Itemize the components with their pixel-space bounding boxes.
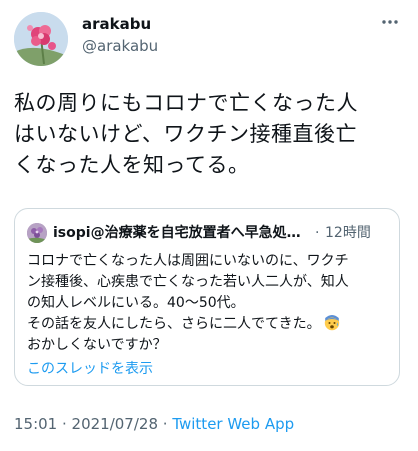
- quoted-tweet-header: isopi@治療薬を自宅放置者へ早急処… · 12時間: [27, 223, 387, 243]
- flower-avatar-icon: [27, 223, 47, 243]
- author-display-name[interactable]: arakabu: [82, 14, 151, 34]
- quoted-text-line: その話を友人にしたら、さらに二人でてきた。: [27, 316, 321, 332]
- quoted-tweet-text: コロナで亡くなった人は周囲にいないのに、ワクチ ン接種後、心疾患で亡くなった若い…: [27, 251, 393, 356]
- quoted-author-avatar[interactable]: [27, 223, 47, 243]
- quoted-timestamp[interactable]: 12時間: [325, 223, 371, 243]
- metadata-separator: ·: [158, 415, 173, 433]
- more-options-button[interactable]: [380, 14, 400, 30]
- quoted-separator: ·: [315, 225, 320, 241]
- quoted-author-name[interactable]: isopi@治療薬を自宅放置者へ早急処…: [53, 223, 311, 243]
- quoted-text-line-with-emoji: その話を友人にしたら、さらに二人でてきた。: [27, 314, 393, 335]
- more-horizontal-icon: [382, 20, 398, 24]
- tweet-text: 私の周りにもコロナで亡くなった人 はいないけど、ワクチン接種直後亡 くなった人を…: [14, 91, 358, 177]
- tweet-metadata: 15:01 · 2021/07/28 · Twitter Web App: [14, 414, 294, 434]
- quoted-text-line: ン接種後、心疾患で亡くなった若い人二人が、知人: [27, 274, 349, 290]
- show-thread-link[interactable]: このスレッドを表示: [27, 359, 153, 379]
- quoted-text-line: おかしくないですか？: [27, 337, 167, 353]
- tweet-card: arakabu @arakabu 私の周りにもコロナで亡くなった人 はいないけど…: [0, 0, 418, 451]
- tweet-source-link[interactable]: Twitter Web App: [172, 415, 294, 433]
- tweet-timestamp[interactable]: 15:01 · 2021/07/28: [14, 415, 158, 433]
- author-handle[interactable]: @arakabu: [82, 36, 158, 56]
- quoted-text-line: コロナで亡くなった人は周囲にいないのに、ワクチ: [27, 253, 349, 269]
- flower-avatar-icon: [14, 12, 68, 66]
- anxious-face-emoji-icon: [324, 315, 340, 331]
- quoted-tweet[interactable]: isopi@治療薬を自宅放置者へ早急処… · 12時間 コロナで亡くなった人は周…: [14, 208, 400, 386]
- author-avatar[interactable]: [14, 12, 68, 66]
- quoted-text-line: の知人レベルにいる。40〜50代。: [27, 295, 245, 311]
